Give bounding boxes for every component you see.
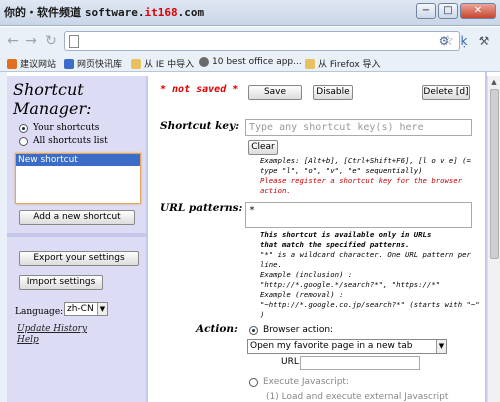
browser-toolbar: ← → ↻ ☆ ⚙ ḳ ⚒	[0, 27, 500, 55]
radio-dot[interactable]	[19, 123, 28, 133]
extension-k-icon[interactable]: ḳ	[456, 33, 472, 49]
bookmark-item[interactable]: 从 Firefox 导入	[305, 57, 381, 70]
add-shortcut-button[interactable]: Add a new shortcut	[19, 210, 135, 225]
action-label: Action:	[196, 323, 238, 335]
execute-js-option[interactable]: Execute Javascript:	[249, 377, 349, 387]
wrench-icon[interactable]: ⚒	[476, 33, 492, 49]
import-settings-button[interactable]: Import settings	[19, 275, 103, 290]
radio-dot[interactable]	[19, 136, 28, 146]
execute-js-note: (1) Load and execute external Javascript	[266, 392, 449, 402]
browser-action-option[interactable]: Browser action:	[249, 325, 333, 335]
bookmark-item[interactable]: 从 IE 中导入	[131, 57, 194, 70]
disable-button[interactable]: Disable	[313, 85, 353, 100]
radio-dot[interactable]	[249, 377, 258, 387]
bookmarks-bar: 建议网站 网页快讯库 从 IE 中导入 10 best office app..…	[0, 55, 500, 72]
extension-icon[interactable]: ⚙	[436, 33, 452, 49]
clear-button[interactable]: Clear	[248, 140, 278, 155]
url-patterns-textarea[interactable]: *	[245, 202, 472, 228]
reload-icon[interactable]: ↻	[42, 32, 60, 50]
url-input[interactable]	[300, 356, 420, 370]
radio-all-shortcuts[interactable]: All shortcuts list	[19, 136, 108, 146]
scroll-thumb[interactable]	[490, 89, 499, 259]
browser-action-select[interactable]: Open my favorite page in a new tab ▼	[247, 339, 447, 354]
sidebar-title: Shortcut Manager:	[13, 80, 92, 118]
bookmark-icon	[7, 58, 17, 69]
update-history-link[interactable]: Update History	[17, 324, 87, 334]
radio-your-shortcuts[interactable]: Your shortcuts	[19, 123, 99, 133]
bookmark-item[interactable]: 网页快讯库	[64, 57, 122, 70]
chevron-down-icon: ▼	[436, 340, 446, 353]
list-item[interactable]: New shortcut	[16, 154, 140, 166]
back-icon[interactable]: ←	[4, 32, 22, 50]
window-titlebar: 你的・软件频道 software.it168.com − □ ✕	[0, 0, 500, 26]
maximize-button[interactable]: □	[438, 3, 458, 19]
export-settings-button[interactable]: Export your settings	[19, 251, 139, 266]
close-button[interactable]: ✕	[460, 3, 496, 19]
shortcut-examples: Examples: [Alt+b], [Ctrl+Shift+F6], [l o…	[260, 156, 471, 175]
chevron-down-icon: ▼	[97, 303, 107, 315]
folder-icon	[131, 58, 141, 69]
bookmark-item[interactable]: 建议网站	[7, 57, 56, 70]
url-patterns-label: URL patterns:	[160, 202, 243, 214]
vertical-scrollbar[interactable]: ▲	[487, 76, 500, 402]
language-select[interactable]: zh-CN ▼	[64, 302, 108, 316]
folder-icon	[305, 58, 315, 69]
shortcut-list[interactable]: New shortcut	[15, 153, 141, 204]
url-patterns-help: This shortcut is available only in URLs …	[260, 230, 480, 319]
url-label: URL:	[281, 357, 302, 367]
page-left-margin	[0, 72, 7, 402]
register-warning: Please register a shortcut key for the b…	[260, 176, 463, 195]
sidebar: Shortcut Manager: Your shortcuts All sho…	[7, 76, 148, 402]
minimize-button[interactable]: −	[416, 3, 436, 19]
page-icon	[69, 35, 79, 48]
bookmark-icon	[199, 57, 209, 67]
forward-icon[interactable]: →	[22, 32, 40, 50]
delete-button[interactable]: Delete [d]	[422, 85, 470, 100]
language-label: Language:	[15, 307, 64, 317]
bookmark-item[interactable]: 10 best office app...	[199, 57, 302, 67]
divider	[7, 233, 148, 237]
shortcut-key-input[interactable]: Type any shortcut key(s) here	[245, 119, 472, 136]
save-button[interactable]: Save	[248, 85, 302, 100]
radio-dot[interactable]	[249, 325, 258, 335]
address-bar[interactable]: ☆	[64, 31, 460, 51]
scroll-up-icon[interactable]: ▲	[488, 76, 500, 88]
bookmark-icon	[64, 58, 74, 69]
not-saved-status: * not saved *	[160, 84, 239, 95]
help-link[interactable]: Help	[17, 335, 39, 345]
main-panel: * not saved * Save Disable Delete [d] Sh…	[150, 76, 485, 402]
watermark-logo: 你的・软件频道 software.it168.com	[4, 6, 205, 19]
shortcut-key-label: Shortcut key:	[160, 120, 240, 132]
